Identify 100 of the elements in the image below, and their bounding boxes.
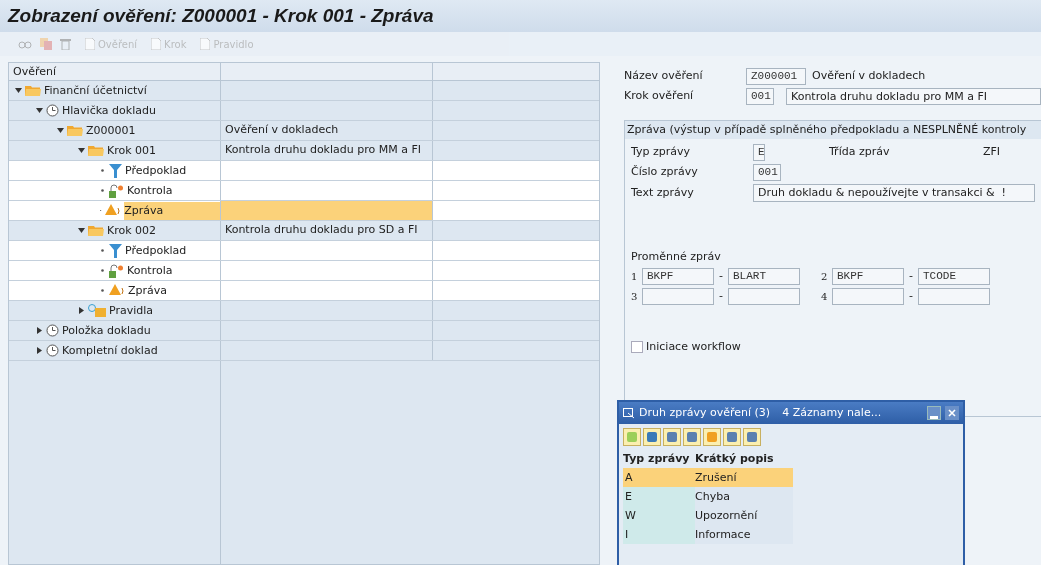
collapse-arrow-icon[interactable] <box>78 307 85 314</box>
field-label: Text zprávy <box>631 184 695 201</box>
tree-description: Ověření v dokladech <box>225 122 339 139</box>
bullet-icon <box>99 267 106 274</box>
table-cell: I <box>623 525 695 544</box>
bullet-icon <box>99 287 106 294</box>
filter-icon <box>109 243 122 258</box>
rules-icon <box>88 304 106 317</box>
bullet-icon <box>99 167 106 174</box>
column-header: Krátký popis <box>695 450 775 467</box>
expand-arrow-icon[interactable] <box>78 227 85 234</box>
separator: - <box>908 287 914 304</box>
field-name-field[interactable] <box>918 287 990 305</box>
list-row[interactable]: W Upozornění <box>623 506 793 525</box>
expand-arrow-icon[interactable] <box>15 87 22 94</box>
document-icon <box>151 38 162 50</box>
minimize-icon <box>930 416 938 419</box>
table-field[interactable] <box>642 287 714 305</box>
table-cell-text: Zrušení <box>695 470 738 486</box>
folder-icon <box>88 144 104 157</box>
bullet-icon <box>99 247 106 254</box>
lock-icon <box>109 183 124 198</box>
tree-node[interactable]: Předpoklad <box>125 161 189 180</box>
column-header: Typ zprávy <box>623 450 691 467</box>
collapse-arrow-icon[interactable] <box>36 327 43 334</box>
group-title: Zpráva (výstup v případě splněného předpokladu a NESPLNĚNÉ kontroly <box>625 121 1041 139</box>
list-row[interactable]: A Zrušení <box>623 468 793 487</box>
section-label: Proměnné zpráv <box>631 249 722 265</box>
bell-icon <box>109 284 125 297</box>
tree-node[interactable]: Zpráva <box>128 281 170 300</box>
field-label: Třída zpráv <box>829 143 891 160</box>
tree-node[interactable]: Krok 002 <box>107 221 159 240</box>
variable-number: 4 <box>821 289 829 304</box>
document-icon <box>200 38 211 50</box>
tree-description: Kontrola druhu dokladu pro MM a FI <box>225 142 421 159</box>
tree-node[interactable]: Pravidla <box>109 301 156 320</box>
field-label: Krok ověření <box>624 87 695 104</box>
table-cell: Chyba <box>695 487 793 506</box>
tree-node[interactable]: Zpráva <box>124 201 220 220</box>
table-field[interactable]: BKPF <box>642 267 714 285</box>
type-field[interactable]: E <box>753 143 765 161</box>
lock-icon <box>109 263 124 278</box>
step-text-field[interactable]: Kontrola druhu dokladu pro MM a FI <box>786 87 1041 105</box>
table-cell-text: A <box>624 470 634 486</box>
tree-node[interactable]: Kontrola <box>127 181 175 200</box>
close-button[interactable] <box>945 406 959 420</box>
popup-subtitle: 4 Záznamy nale... <box>782 404 882 421</box>
table-cell: Informace <box>695 525 793 544</box>
close-icon <box>948 409 956 417</box>
tree-node[interactable]: Hlavička dokladu <box>62 101 158 120</box>
folder-icon <box>88 224 104 237</box>
list-row[interactable]: I Informace <box>623 525 793 544</box>
step-field[interactable]: 001 <box>746 87 774 105</box>
number-field[interactable]: 001 <box>753 163 781 181</box>
field-text: Ověření v dokladech <box>812 67 926 84</box>
tree-description: Kontrola druhu dokladu pro SD a FI <box>225 222 418 239</box>
expand-arrow-icon[interactable] <box>78 147 85 154</box>
expand-arrow-icon[interactable] <box>57 127 64 134</box>
field-label: Typ zprávy <box>631 143 692 160</box>
field-name-field[interactable]: TCODE <box>918 267 990 285</box>
folder-icon <box>25 84 41 97</box>
bell-icon <box>105 204 122 217</box>
tree-node[interactable]: Finanční účetnictví <box>44 81 149 100</box>
separator: - <box>718 267 724 284</box>
separator: - <box>908 267 914 284</box>
tree-node[interactable]: Z000001 <box>86 121 138 140</box>
collapse-arrow-icon[interactable] <box>36 347 43 354</box>
bullet-icon <box>99 187 106 194</box>
table-cell: W <box>623 506 695 525</box>
clock-icon <box>46 324 59 337</box>
minimize-button[interactable] <box>927 406 941 420</box>
separator: - <box>718 287 724 304</box>
tree-node[interactable]: Kontrola <box>127 261 175 280</box>
checkbox[interactable] <box>631 340 643 353</box>
glasses-icon[interactable] <box>18 38 32 50</box>
tree-node[interactable]: Krok 001 <box>107 141 159 160</box>
field-label: Číslo zprávy <box>631 163 699 180</box>
class-value: ZFI <box>983 143 1001 160</box>
variable-number: 1 <box>631 269 639 284</box>
name-field[interactable]: Z000001 <box>746 67 806 85</box>
table-field[interactable] <box>832 287 904 305</box>
clock-icon <box>46 344 59 357</box>
expand-arrow-icon[interactable] <box>36 107 43 114</box>
popup-title: Druh zprávy ověření (3) <box>639 404 771 421</box>
field-name-field[interactable] <box>728 287 800 305</box>
text-field[interactable]: Druh dokladu & nepoužívejte v transakci & ! <box>753 184 1035 202</box>
filter-icon <box>109 163 122 178</box>
tree-node[interactable]: Kompletní doklad <box>62 341 160 360</box>
field-name-field[interactable]: BLART <box>728 267 800 285</box>
window-icon <box>623 407 635 419</box>
variable-number: 3 <box>631 289 639 304</box>
clock-icon <box>46 104 59 117</box>
list-row[interactable]: E Chyba <box>623 487 793 506</box>
folder-icon <box>67 124 83 137</box>
trash-icon[interactable] <box>60 38 71 50</box>
tree-node[interactable]: Položka dokladu <box>62 321 153 340</box>
table-field[interactable]: BKPF <box>832 267 904 285</box>
table-cell: Upozornění <box>695 506 793 525</box>
tree-node[interactable]: Předpoklad <box>125 241 189 260</box>
window-title: Zobrazení ověření: Z000001 - Krok 001 - Zpráva <box>8 3 434 28</box>
